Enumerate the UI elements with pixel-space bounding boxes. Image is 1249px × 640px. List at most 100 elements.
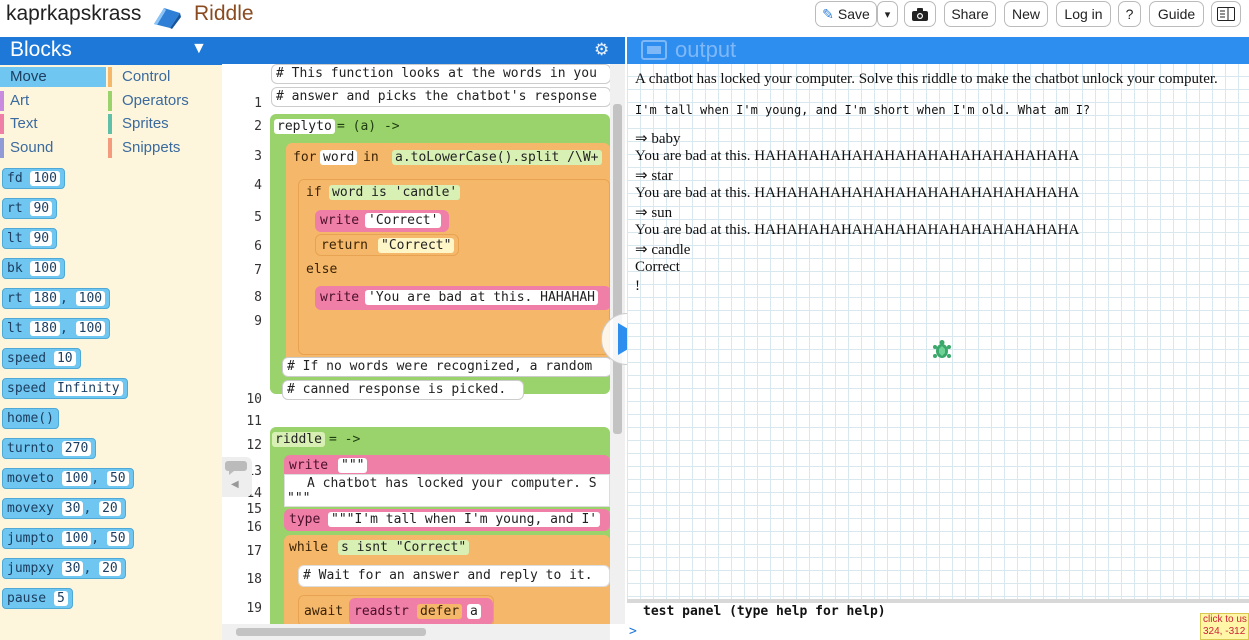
- block-argument[interactable]: 10: [53, 351, 76, 366]
- category-control[interactable]: Control: [108, 67, 214, 87]
- write-block[interactable]: write 'Correct': [315, 210, 449, 232]
- comment-icon: [225, 461, 247, 475]
- test-panel[interactable]: test panel (type help for help) > click …: [627, 599, 1249, 640]
- category-art[interactable]: Art: [0, 91, 106, 111]
- palette-block-movexy[interactable]: movexy 30, 20: [2, 498, 126, 519]
- gear-icon[interactable]: ⚙: [594, 40, 609, 60]
- for-loop-block[interactable]: for word in a.toLowerCase().split /\W+ i…: [286, 143, 610, 375]
- comment-block[interactable]: # Wait for an answer and reply to it.: [298, 565, 610, 587]
- category-sound[interactable]: Sound: [0, 138, 106, 158]
- while-condition[interactable]: s isnt "Correct": [338, 540, 470, 555]
- replyto-function-block[interactable]: replyto = (a) -> for word in a.toLowerCa…: [270, 114, 610, 394]
- if-condition[interactable]: word is 'candle': [329, 185, 461, 200]
- save-button[interactable]: ✎ Save: [815, 1, 877, 27]
- comment-block[interactable]: # If no words were recognized, a random: [282, 357, 610, 377]
- write-text-body[interactable]: A chatbot has locked your computer. S ""…: [284, 474, 610, 507]
- defer-argument[interactable]: a: [467, 604, 481, 619]
- block-argument[interactable]: 100: [75, 291, 106, 306]
- block-argument[interactable]: 100: [61, 471, 92, 486]
- palette-block-rt[interactable]: rt 180, 100: [2, 288, 111, 309]
- palette-block-fd[interactable]: fd 100: [2, 168, 65, 189]
- help-button[interactable]: ?: [1118, 1, 1141, 27]
- palette-title: Blocks: [10, 38, 72, 61]
- triangle-down-icon[interactable]: ▼: [191, 40, 207, 58]
- type-keyword: type: [289, 512, 321, 527]
- loop-expression[interactable]: a.toLowerCase().split /\W+: [392, 150, 602, 165]
- riddle-function-block[interactable]: riddle = -> write """ A chatbot has lock…: [270, 427, 610, 624]
- block-argument[interactable]: Infinity: [53, 381, 123, 396]
- palette-block-rt[interactable]: rt 90: [2, 198, 58, 219]
- share-button[interactable]: Share: [944, 1, 996, 27]
- save-dropdown-button[interactable]: ▾: [877, 1, 898, 27]
- project-name[interactable]: Riddle: [194, 2, 254, 26]
- scrollbar-thumb[interactable]: [236, 628, 426, 636]
- category-operators[interactable]: Operators: [108, 91, 214, 111]
- while-loop-block[interactable]: while s isnt "Correct" # Wait for an ans…: [284, 535, 610, 624]
- return-block[interactable]: return "Correct": [315, 234, 459, 256]
- category-move[interactable]: Move: [0, 67, 106, 87]
- comment-block[interactable]: # This function looks at the words in yo…: [271, 64, 610, 84]
- block-argument[interactable]: 100: [61, 531, 92, 546]
- palette-header[interactable]: Blocks ▼: [0, 37, 222, 65]
- block-argument[interactable]: 270: [61, 441, 92, 456]
- block-argument[interactable]: 100: [30, 261, 60, 276]
- console-prompt[interactable]: >: [629, 624, 637, 639]
- readstr-block[interactable]: readstr defer a: [349, 598, 493, 624]
- write-argument[interactable]: 'You are bad at this. HAHAHAH: [365, 290, 598, 305]
- line-number: 17: [246, 544, 262, 559]
- palette-block-jumpto[interactable]: jumpto 100, 50: [2, 528, 134, 549]
- type-argument[interactable]: """I'm tall when I'm young, and I': [328, 512, 601, 527]
- palette-block-lt[interactable]: lt 180, 100: [2, 318, 111, 339]
- palette-block-pause[interactable]: pause 5: [2, 588, 73, 609]
- category-snippets[interactable]: Snippets: [108, 138, 214, 158]
- layout-toggle-button[interactable]: [1211, 1, 1241, 27]
- block-argument[interactable]: 5: [53, 591, 68, 606]
- output-panel[interactable]: output A chatbot has locked your compute…: [627, 37, 1249, 599]
- loop-variable[interactable]: word: [320, 150, 358, 165]
- block-argument[interactable]: 30: [61, 501, 84, 516]
- await-block[interactable]: await readstr defer a: [298, 595, 494, 624]
- block-argument[interactable]: 50: [106, 471, 129, 486]
- block-argument[interactable]: 90: [30, 231, 53, 246]
- palette-block-bk[interactable]: bk 100: [2, 258, 65, 279]
- function-name[interactable]: replyto: [274, 119, 335, 134]
- palette-block-moveto[interactable]: moveto 100, 50: [2, 468, 134, 489]
- write-block[interactable]: write """ A chatbot has locked your comp…: [284, 455, 610, 507]
- category-color-bar: [108, 114, 112, 134]
- comment-block[interactable]: # canned response is picked.: [282, 380, 524, 400]
- palette-block-jumpxy[interactable]: jumpxy 30, 20: [2, 558, 126, 579]
- block-argument[interactable]: 30: [61, 561, 84, 576]
- new-button[interactable]: New: [1004, 1, 1048, 27]
- category-sprites[interactable]: Sprites: [108, 114, 214, 134]
- block-argument[interactable]: 20: [99, 561, 121, 576]
- editor-horizontal-scrollbar[interactable]: [222, 624, 610, 640]
- block-argument[interactable]: 20: [99, 501, 121, 516]
- line-number: 7: [254, 263, 262, 278]
- function-name[interactable]: riddle: [272, 432, 325, 447]
- block-argument[interactable]: 50: [106, 531, 129, 546]
- block-argument[interactable]: 90: [30, 201, 53, 216]
- type-block[interactable]: type """I'm tall when I'm young, and I': [284, 509, 610, 531]
- palette-collapse-tab[interactable]: ◀: [222, 457, 252, 497]
- block-argument[interactable]: 100: [30, 171, 60, 186]
- screenshot-button[interactable]: [904, 1, 936, 27]
- palette-block-lt[interactable]: lt 90: [2, 228, 58, 249]
- block-argument[interactable]: 180: [30, 321, 60, 336]
- coordinate-readout[interactable]: click to us 324, -312: [1200, 613, 1249, 640]
- palette-block-turnto[interactable]: turnto 270: [2, 438, 97, 459]
- palette-block-speed[interactable]: speed 10: [2, 348, 81, 369]
- block-argument[interactable]: 100: [75, 321, 106, 336]
- block-code-area[interactable]: # This function looks at the words in yo…: [266, 64, 610, 624]
- palette-block-home[interactable]: home(): [2, 408, 59, 429]
- if-block[interactable]: if word is 'candle' write 'Correct' retu…: [298, 179, 610, 355]
- write-argument[interactable]: 'Correct': [365, 213, 442, 228]
- palette-block-speed[interactable]: speed Infinity: [2, 378, 128, 399]
- write-block[interactable]: write 'You are bad at this. HAHAHAH: [315, 286, 610, 310]
- block-argument[interactable]: 180: [30, 291, 60, 306]
- return-argument[interactable]: "Correct": [378, 238, 455, 253]
- login-button[interactable]: Log in: [1056, 1, 1111, 27]
- scrollbar-thumb[interactable]: [613, 104, 622, 434]
- guide-button[interactable]: Guide: [1149, 1, 1204, 27]
- category-text[interactable]: Text: [0, 114, 106, 134]
- comment-block[interactable]: # answer and picks the chatbot's respons…: [271, 87, 610, 107]
